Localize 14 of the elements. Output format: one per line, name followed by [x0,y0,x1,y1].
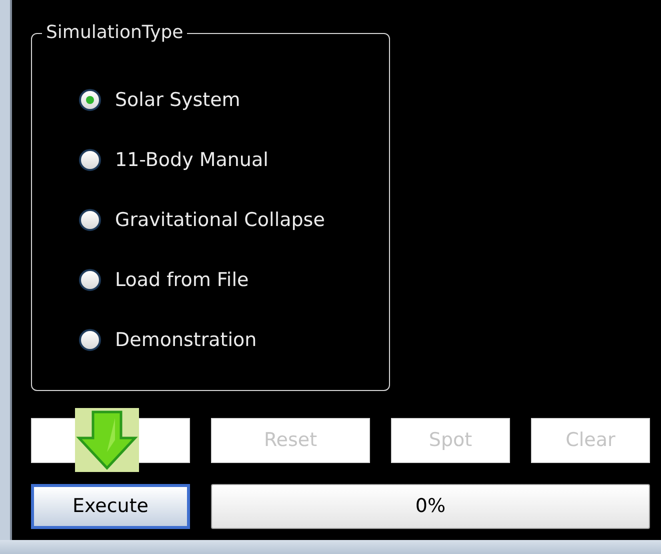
radio-button[interactable] [79,209,101,231]
progress-text: 0% [415,494,446,520]
drag-arrow-overlay [75,408,139,472]
radio-button[interactable] [79,149,101,171]
radio-button[interactable] [79,89,101,111]
radio-label: Demonstration [115,328,257,352]
radio-button[interactable] [79,269,101,291]
radio-label: Solar System [115,88,240,112]
execute-button[interactable]: Execute [31,484,190,529]
radio-label: Gravitational Collapse [115,208,325,232]
group-title: SimulationType [42,22,188,44]
radio-button[interactable] [79,329,101,351]
radio-label: 11-Body Manual [115,148,268,172]
radio-label: Load from File [115,268,249,292]
